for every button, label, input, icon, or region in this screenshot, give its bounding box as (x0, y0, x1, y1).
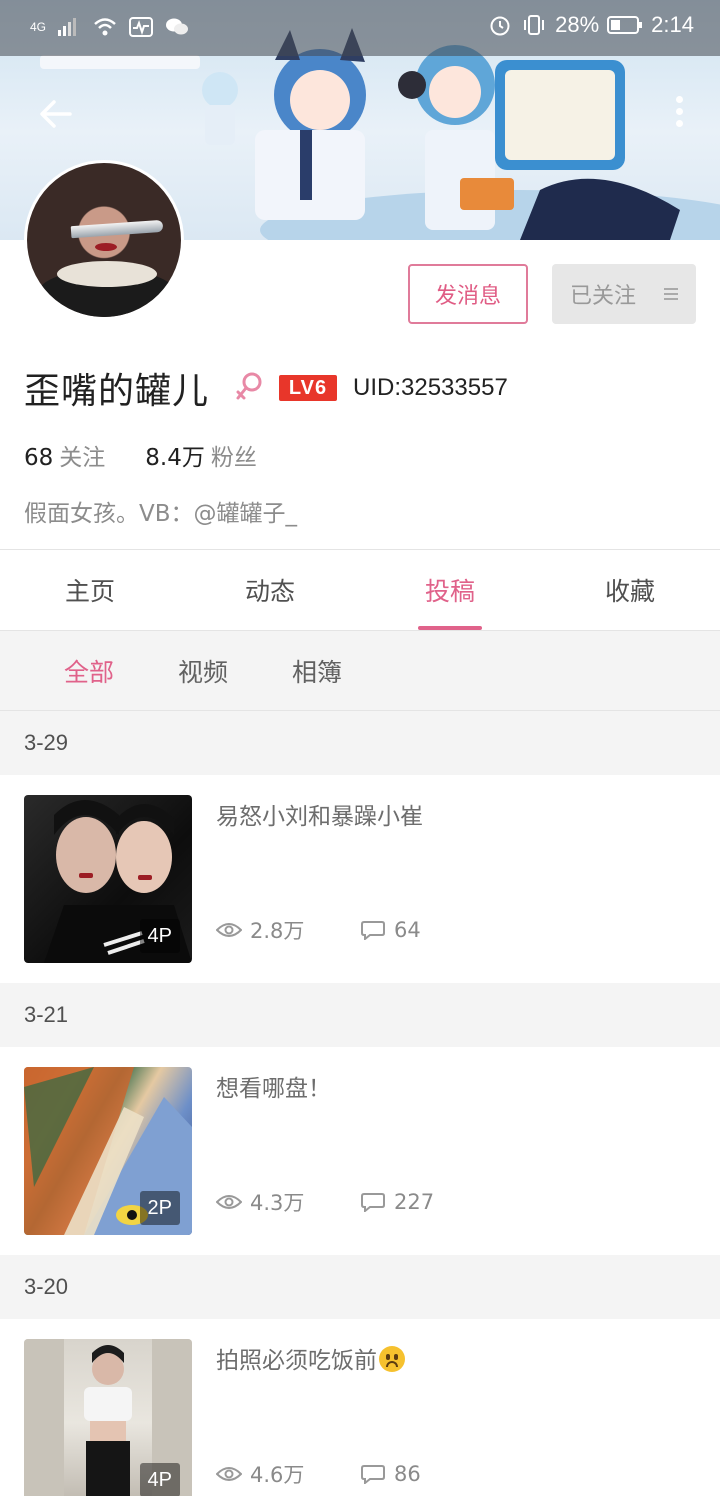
display-name: 歪嘴的罐儿 (24, 371, 210, 412)
view-count: 4.6万 (250, 1463, 305, 1487)
level-badge: LV6 (279, 375, 338, 401)
post-title: 想看哪盘！ (216, 1076, 331, 1102)
tab-submissions[interactable]: 投稿 (360, 550, 540, 630)
list-item[interactable]: 4P 易怒小刘和暴躁小崔 2.8万 64 (0, 775, 720, 983)
profile-stats: 68 关注 8.4万 粉丝 (24, 438, 257, 472)
following-count: 68 (24, 445, 54, 471)
list-item[interactable]: 2P 想看哪盘！ 4.3万 227 (0, 1047, 720, 1255)
photo-count-badge: 4P (139, 919, 180, 953)
post-stats: 4.3万 227 (216, 1187, 504, 1217)
list-item[interactable]: 4P 拍照必须吃饭前 4.6万 86 (0, 1319, 720, 1496)
signal-icon (58, 18, 77, 36)
profile-bio: 假面女孩。VB：@罐罐子_ (24, 501, 298, 527)
send-message-button[interactable]: 发消息 (408, 264, 528, 324)
post-title: 易怒小刘和暴躁小崔 (216, 804, 423, 830)
post-stats: 4.6万 86 (216, 1459, 504, 1489)
view-count: 4.3万 (250, 1191, 305, 1215)
status-bar: 4G 28% 2:14 (0, 0, 720, 56)
views-icon (216, 1195, 242, 1209)
filter-all[interactable]: 全部 (64, 653, 114, 689)
alarm-icon (490, 16, 510, 36)
vibrate-icon (524, 15, 545, 35)
comment-count: 86 (394, 1462, 421, 1486)
date-header: 3-20 (0, 1255, 720, 1319)
comment-count: 64 (394, 918, 421, 942)
post-thumbnail[interactable]: 2P (24, 1067, 192, 1235)
wifi-icon (94, 18, 116, 36)
upside-down-face-emoji-icon (379, 1346, 405, 1372)
following-button[interactable]: 已关注 (552, 264, 696, 324)
back-arrow-icon[interactable] (36, 94, 76, 134)
filter-video[interactable]: 视频 (178, 653, 228, 689)
post-title-text: 拍照必须吃饭前 (216, 1348, 377, 1374)
clock: 2:14 (651, 12, 694, 37)
views-icon (216, 923, 242, 937)
photo-count-badge: 4P (139, 1463, 180, 1496)
user-id: UID:32533557 (353, 374, 508, 401)
wechat-icon (166, 18, 189, 35)
female-gender-icon (236, 372, 262, 400)
post-thumbnail[interactable]: 4P (24, 795, 192, 963)
following-label: 关注 (59, 445, 106, 471)
submission-filter: 全部 视频 相簿 (0, 631, 720, 711)
date-header: 3-21 (0, 983, 720, 1047)
followers-stat[interactable]: 8.4万 粉丝 (145, 438, 257, 472)
app-notification-icon (129, 17, 154, 37)
post-thumbnail[interactable]: 4P (24, 1339, 192, 1496)
battery-percent: 28% (555, 12, 600, 37)
tab-activity[interactable]: 动态 (180, 550, 360, 630)
following-stat[interactable]: 68 关注 (24, 438, 105, 472)
views-icon (216, 1467, 242, 1481)
photo-count-badge: 2P (139, 1191, 180, 1225)
avatar[interactable] (24, 160, 184, 320)
view-count: 2.8万 (250, 919, 305, 943)
following-button-label: 已关注 (569, 284, 636, 309)
tab-favorites[interactable]: 收藏 (540, 550, 720, 630)
followers-label: 粉丝 (210, 445, 257, 471)
tab-home[interactable]: 主页 (0, 550, 180, 630)
filter-album[interactable]: 相簿 (292, 653, 342, 689)
comments-icon (361, 921, 385, 940)
followers-count: 8.4万 (145, 445, 205, 471)
post-title: 拍照必须吃饭前 (216, 1341, 405, 1375)
comment-count: 227 (394, 1190, 435, 1214)
profile-name-row: 歪嘴的罐儿 LV6 UID:32533557 (24, 362, 508, 414)
menu-icon (664, 285, 678, 303)
comments-icon (361, 1193, 385, 1212)
battery-icon (607, 16, 643, 34)
date-header: 3-29 (0, 711, 720, 775)
more-options-icon[interactable] (672, 96, 686, 132)
comments-icon (361, 1465, 385, 1484)
post-stats: 2.8万 64 (216, 915, 504, 945)
profile-tabs: 主页 动态 投稿 收藏 (0, 550, 720, 630)
network-label: 4G (30, 20, 47, 34)
